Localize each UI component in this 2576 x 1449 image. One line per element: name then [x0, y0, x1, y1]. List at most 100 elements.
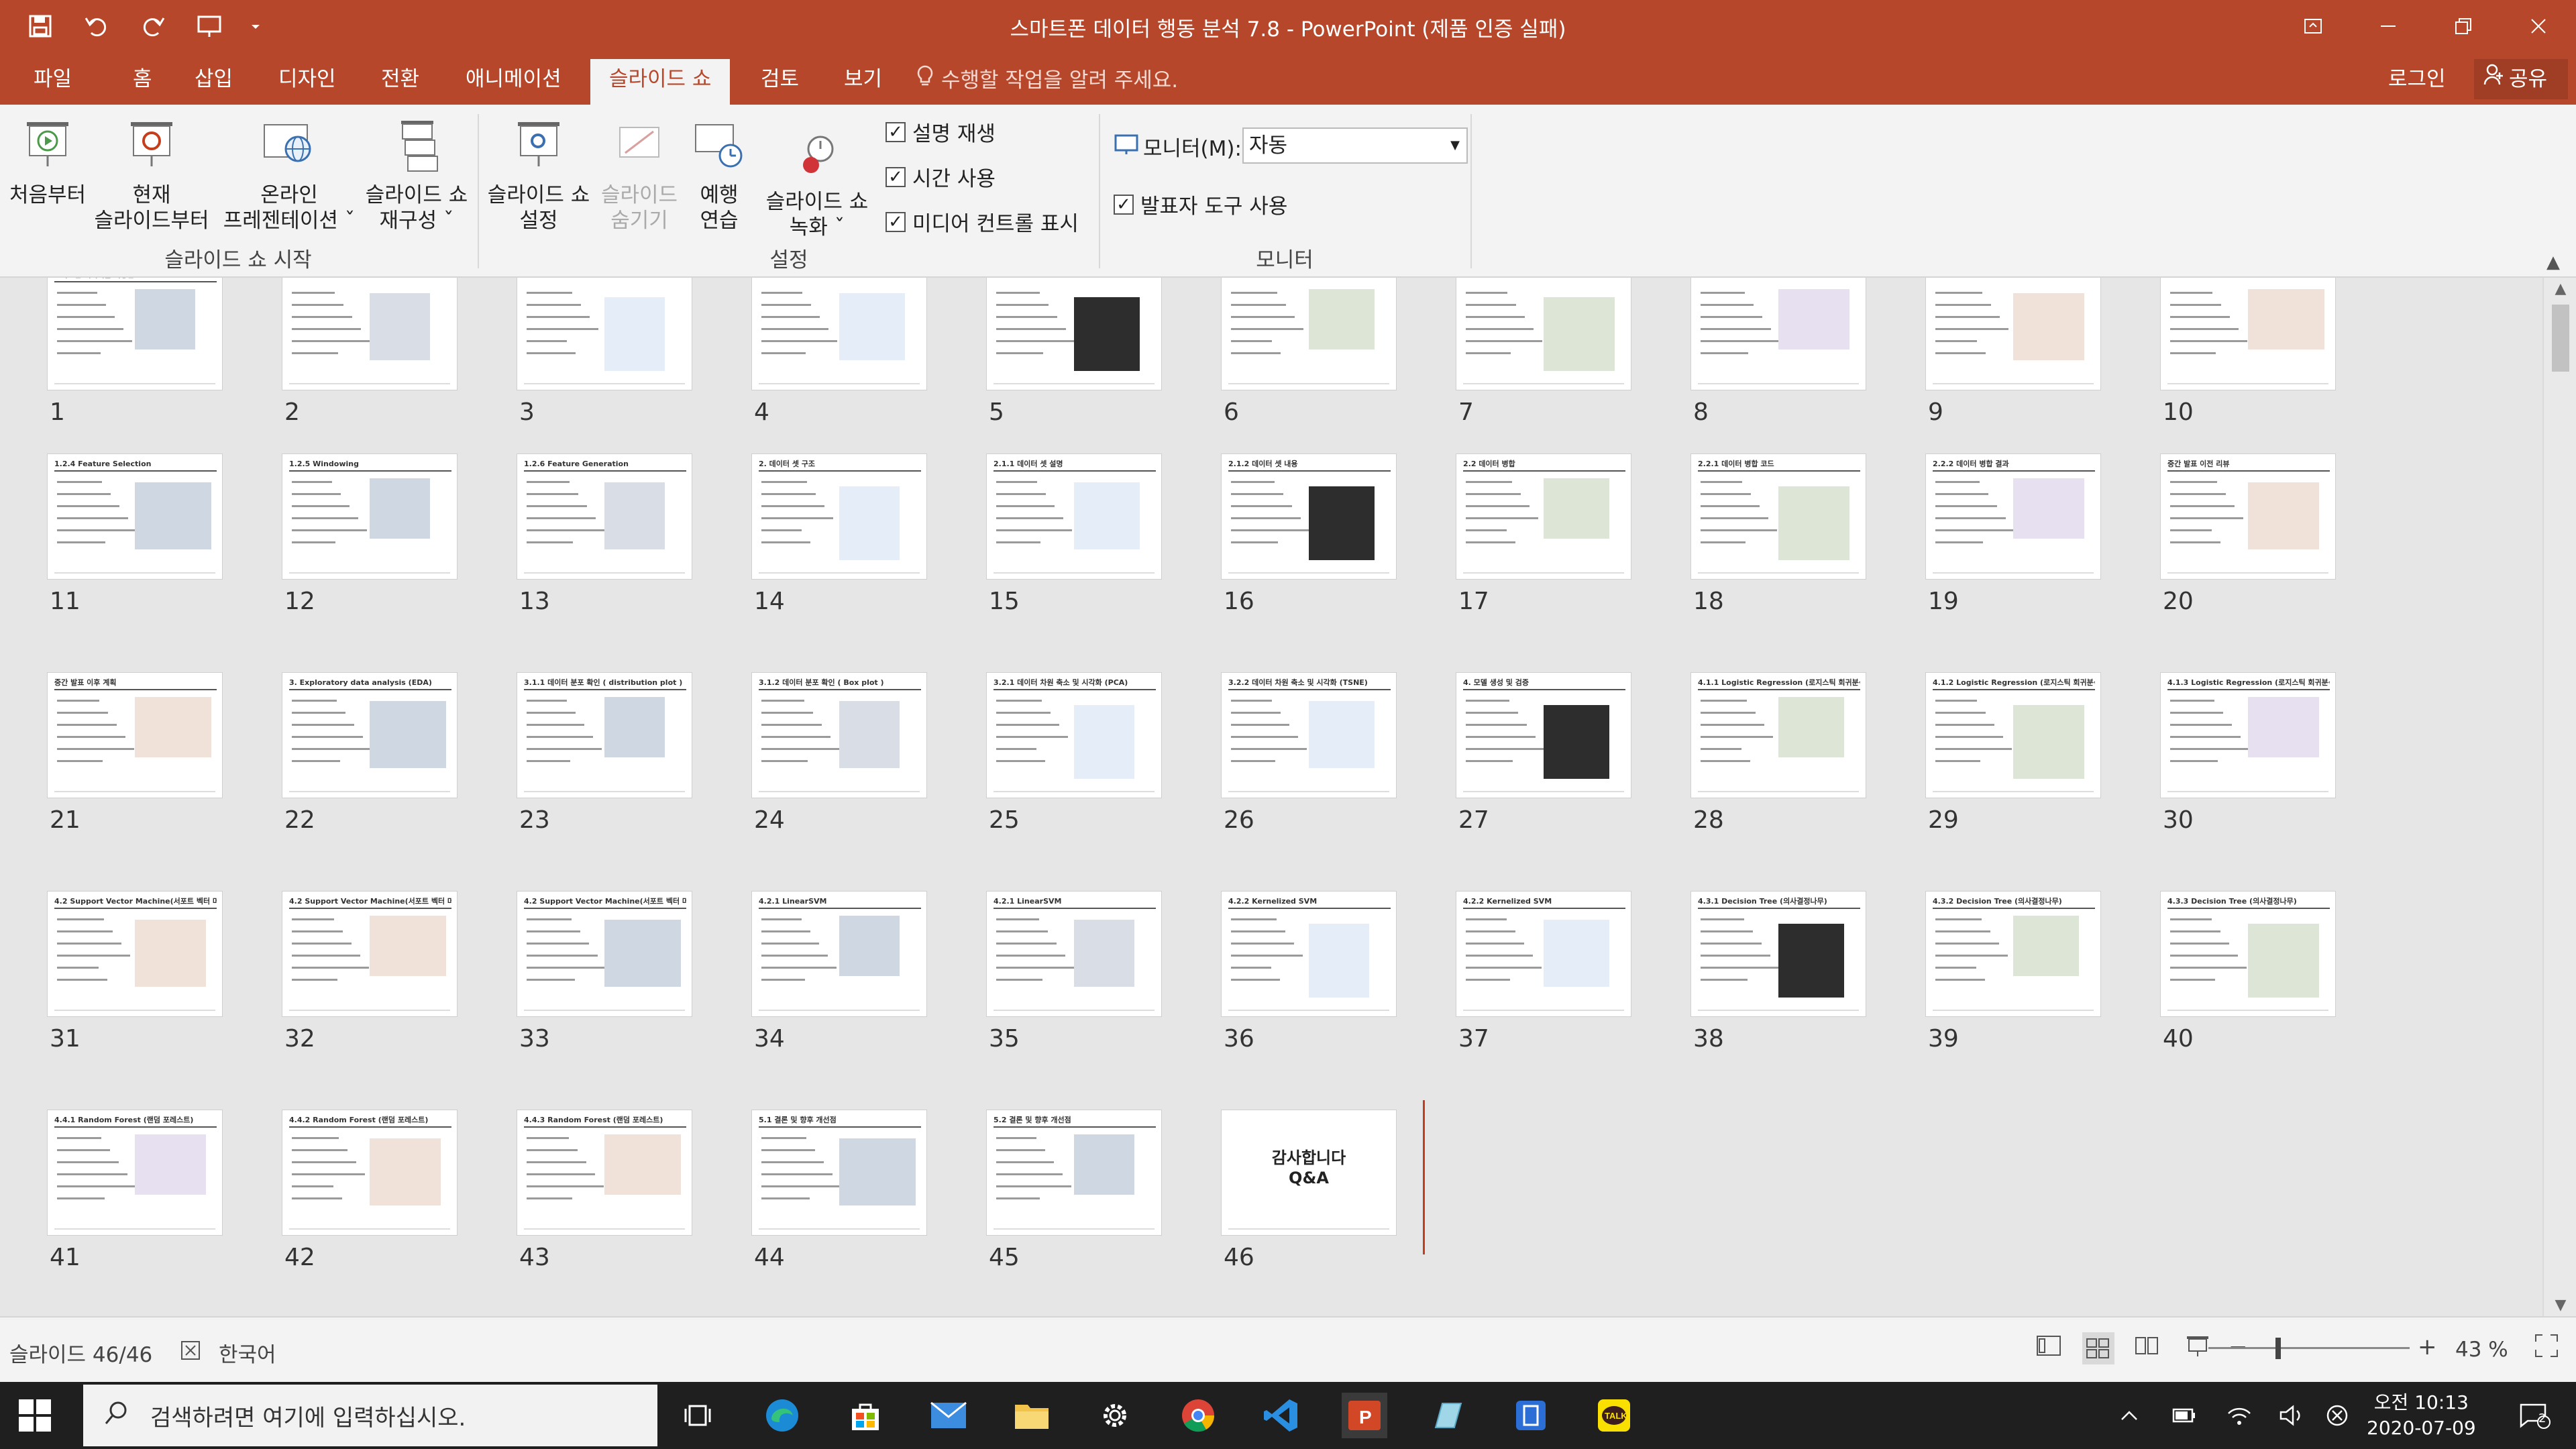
vertical-scrollbar[interactable]: ▲ ▼ — [2542, 278, 2576, 1316]
slide-content-line — [527, 340, 567, 342]
from-current-slide-button[interactable]: 현재 슬라이드부터 — [91, 118, 212, 233]
slide-show-ribbon: 처음부터 현재 슬라이드부터 온라인 프레젠테이션 ˇ 슬라이드 쇼 재구성 ˇ… — [0, 105, 2576, 278]
slide-content-line — [527, 1161, 586, 1163]
custom-slide-show-button[interactable]: 슬라이드 쇼 재구성 ˇ — [360, 118, 474, 233]
speaker-icon[interactable] — [2277, 1401, 2306, 1430]
slide-footer-line — [1698, 572, 1859, 574]
use-presenter-view-checkbox[interactable]: ✓ 발표자 도구 사용 — [1114, 189, 1287, 219]
ebook-app-icon[interactable] — [1508, 1393, 1554, 1438]
show-media-controls-checkbox[interactable]: ✓ 미디어 컨트롤 표시 — [885, 207, 1079, 237]
slide-content-line — [1231, 505, 1292, 507]
mail-icon[interactable] — [926, 1393, 971, 1438]
tab-transitions[interactable]: 전환 — [362, 59, 438, 105]
slide-figure — [1778, 697, 1844, 757]
slide-content-line — [1701, 517, 1768, 519]
file-explorer-icon[interactable] — [1009, 1393, 1055, 1438]
slide-content-line — [996, 930, 1048, 932]
slide-footer-line — [1933, 791, 2094, 792]
zoom-slider-knob[interactable] — [2275, 1338, 2281, 1359]
set-up-slide-show-button[interactable]: 슬라이드 쇼 설정 — [482, 118, 596, 233]
chrome-icon[interactable] — [1175, 1393, 1221, 1438]
spelling-check-icon[interactable] — [180, 1340, 201, 1366]
slide-content-line — [57, 712, 108, 714]
scroll-up-icon[interactable]: ▲ — [2544, 280, 2576, 297]
vscode-icon[interactable] — [1258, 1393, 1304, 1438]
do-not-disturb-icon[interactable] — [2322, 1401, 2352, 1430]
minimize-icon[interactable] — [2351, 0, 2426, 52]
slide-footer-line — [1228, 383, 1389, 384]
battery-icon[interactable] — [2169, 1401, 2199, 1430]
collapse-ribbon-icon[interactable]: ▲ — [2546, 252, 2560, 272]
slide-content-line — [1935, 918, 1982, 920]
slide-content-line — [292, 712, 345, 714]
taskbar-search-box[interactable]: 검색하려면 여기에 입력하십시오. — [83, 1385, 657, 1446]
tab-animations[interactable]: 애니메이션 — [447, 59, 580, 105]
slide-content-line — [2170, 943, 2229, 945]
notepad-app-icon[interactable] — [1425, 1393, 1470, 1438]
rehearse-timings-button[interactable]: 예행 연습 — [686, 118, 753, 233]
slide-sorter-view-icon[interactable] — [2082, 1332, 2114, 1364]
slide-title: 4.4.3 Random Forest (랜덤 포레스트) — [524, 1116, 686, 1128]
slide-figure — [839, 486, 900, 560]
share-button[interactable]: 공유 — [2474, 59, 2568, 99]
zoom-slider[interactable] — [2208, 1347, 2410, 1349]
slide-content-line — [996, 352, 1043, 354]
slide-content-line — [57, 304, 106, 306]
fit-to-window-icon[interactable] — [2533, 1332, 2565, 1364]
tell-me-box[interactable]: 수행할 작업을 알려 주세요. — [916, 60, 1178, 101]
slide-number: 28 — [1693, 806, 1724, 834]
slide-content-line — [527, 918, 572, 920]
slide-title: 3.1.1 데이터 분포 확인 ( distribution plot ) — [524, 678, 686, 690]
powerpoint-taskbar-icon[interactable]: P — [1342, 1393, 1387, 1438]
tab-review[interactable]: 검토 — [742, 59, 818, 105]
scrollbar-thumb[interactable] — [2552, 305, 2569, 372]
settings-gear-icon[interactable] — [1092, 1393, 1138, 1438]
zoom-in-icon[interactable]: + — [2418, 1334, 2437, 1360]
slide-figure — [135, 697, 211, 757]
ribbon-display-options-icon[interactable] — [2275, 0, 2351, 52]
from-beginning-button[interactable]: 처음부터 — [4, 118, 91, 208]
restore-icon[interactable] — [2426, 0, 2501, 52]
slide-content-line — [761, 712, 813, 714]
normal-view-icon[interactable] — [2035, 1332, 2068, 1364]
monitor-dropdown[interactable]: 자동 ▼ — [1242, 127, 1468, 164]
show-hidden-icons-icon[interactable] — [2114, 1401, 2144, 1430]
microsoft-store-icon[interactable] — [843, 1393, 888, 1438]
play-narrations-checkbox[interactable]: ✓ 설명 재생 — [885, 117, 996, 147]
reading-view-icon[interactable] — [2133, 1332, 2165, 1364]
hide-slide-button[interactable]: 슬라이드 숨기기 — [596, 118, 683, 233]
tab-design[interactable]: 디자인 — [260, 59, 355, 105]
close-icon[interactable] — [2501, 0, 2576, 52]
windows-start-icon[interactable] — [17, 1398, 52, 1433]
wifi-icon[interactable] — [2224, 1401, 2254, 1430]
slide-number: 23 — [519, 806, 550, 834]
record-slide-show-button[interactable]: 슬라이드 쇼 녹화 ˇ — [757, 125, 877, 240]
zoom-level[interactable]: 43 % — [2455, 1338, 2508, 1362]
slide-content-line — [292, 304, 343, 306]
tab-file[interactable]: 파일 — [15, 59, 91, 105]
slide-content-line — [1231, 943, 1294, 945]
slide-number: 46 — [1224, 1244, 1254, 1271]
language-indicator[interactable]: 한국어 — [180, 1338, 276, 1368]
use-timings-checkbox[interactable]: ✓ 시간 사용 — [885, 162, 996, 192]
tab-insert[interactable]: 삽입 — [176, 59, 252, 105]
scroll-down-icon[interactable]: ▼ — [2544, 1297, 2576, 1313]
notification-center-icon[interactable]: 2 — [2513, 1401, 2556, 1430]
slide-content-line — [57, 493, 111, 495]
kakaotalk-icon[interactable]: TALK — [1591, 1393, 1637, 1438]
slide-title: 4.3.2 Decision Tree (의사결정나무) — [1933, 897, 2095, 909]
slide-footer-line — [54, 572, 215, 574]
present-online-button[interactable]: 온라인 프레젠테이션 ˇ — [219, 118, 360, 233]
task-view-icon[interactable] — [675, 1393, 720, 1438]
edge-browser-icon[interactable] — [759, 1393, 805, 1438]
tab-home[interactable]: 홈 — [114, 59, 171, 105]
login-link[interactable]: 로그인 — [2388, 59, 2446, 99]
slide-content-line — [2170, 352, 2216, 354]
slide-position: 슬라이드 46/46 — [9, 1343, 153, 1367]
slide-number: 11 — [50, 588, 80, 615]
taskbar-clock[interactable]: 오전 10:13 2020-07-09 — [2367, 1390, 2476, 1441]
tab-slide-show[interactable]: 슬라이드 쇼 — [590, 59, 731, 105]
slide-figure — [1074, 920, 1134, 987]
slide-preview: 1.2.6 Feature Generation — [517, 453, 692, 580]
tab-view[interactable]: 보기 — [825, 59, 901, 105]
